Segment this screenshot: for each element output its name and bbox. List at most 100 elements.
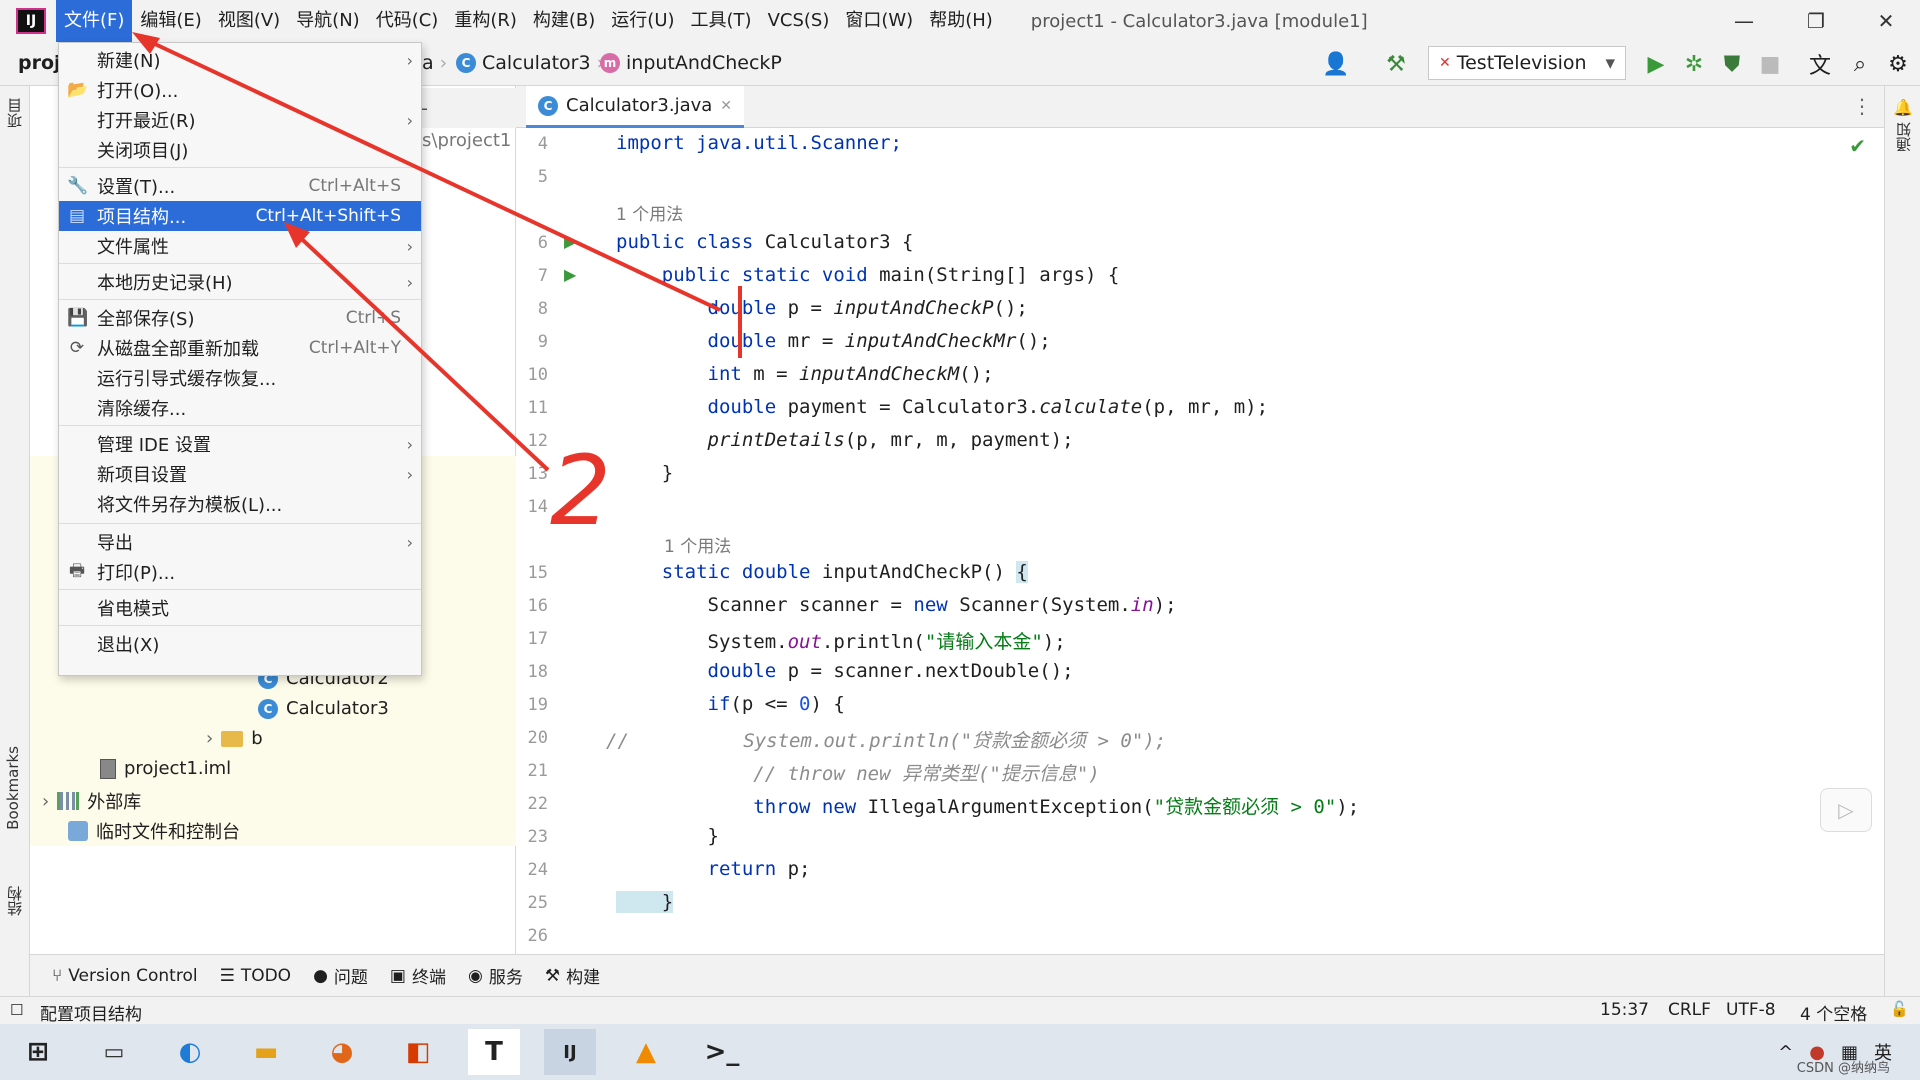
run-class-gutter-icon[interactable]: ▶ <box>564 232 576 251</box>
menu-refactor[interactable]: 重构(R) <box>446 0 525 42</box>
line-number: 15 <box>527 563 548 583</box>
menu-reload-all[interactable]: ⟳ 从磁盘全部重新加载 Ctrl+Alt+Y <box>59 333 421 363</box>
search-icon[interactable]: ⌕ <box>1846 50 1874 78</box>
code-line-21: // throw new 异常类型("提示信息") <box>616 763 1100 785</box>
menu-code[interactable]: 代码(C) <box>368 0 447 42</box>
tree-item-folder-b[interactable]: › b <box>206 728 263 749</box>
code-line-10: int m = inputAndCheckM(); <box>616 363 994 385</box>
tray-chevron-up-icon[interactable]: ^ <box>1778 1042 1793 1063</box>
breadcrumb-class[interactable]: CCalculator3› <box>456 52 604 74</box>
notifications-bell-icon[interactable]: 🔔 <box>1893 98 1913 117</box>
indent-setting[interactable]: 4 个空格 <box>1800 1000 1867 1025</box>
firefox-icon[interactable]: ◕ <box>316 1029 368 1075</box>
submenu-arrow-icon: › <box>406 434 413 454</box>
run-icon[interactable]: ▶ <box>1642 50 1670 78</box>
menu-navigate[interactable]: 导航(N) <box>288 0 368 42</box>
menu-new[interactable]: 新建(N) › <box>59 45 421 75</box>
code-line-15: static double inputAndCheckP() { <box>616 561 1028 583</box>
line-separator[interactable]: CRLF <box>1668 1000 1711 1020</box>
menu-power-save-mode[interactable]: 省电模式 <box>59 593 421 623</box>
terminal-icon[interactable]: >_ <box>696 1029 748 1075</box>
menu-exit[interactable]: 退出(X) <box>59 629 421 659</box>
menu-build[interactable]: 构建(B) <box>525 0 603 42</box>
menu-open[interactable]: 📂 打开(O)... <box>59 75 421 105</box>
minimize-button[interactable]: — <box>1714 0 1774 42</box>
services-tab[interactable]: ◉ 服务 <box>468 963 523 989</box>
tree-item-external-libraries[interactable]: › 外部库 <box>42 788 141 814</box>
breadcrumb-method[interactable]: m inputAndCheckP <box>600 52 782 74</box>
menu-help[interactable]: 帮助(H) <box>921 0 1001 42</box>
menu-close-project[interactable]: 关闭项目(J) <box>59 135 421 165</box>
menu-manage-ide-settings[interactable]: 管理 IDE 设置 › <box>59 429 421 459</box>
debug-icon[interactable]: ✲ <box>1680 50 1708 78</box>
menu-settings[interactable]: 🔧 设置(T)... Ctrl+Alt+S <box>59 171 421 201</box>
menu-new-project-settings[interactable]: 新项目设置 › <box>59 459 421 489</box>
todo-tab[interactable]: ☰ TODO <box>220 966 292 986</box>
intellij-logo-icon[interactable]: IJ <box>16 8 46 34</box>
project-name[interactable]: proj <box>18 52 61 74</box>
stop-icon[interactable]: ■ <box>1756 50 1784 78</box>
terminal-tab[interactable]: ▣ 终端 <box>390 963 446 989</box>
menu-invalidate-caches[interactable]: 清除缓存... <box>59 393 421 423</box>
task-view-icon[interactable]: ▭ <box>88 1029 140 1075</box>
file-encoding[interactable]: UTF-8 <box>1726 1000 1776 1020</box>
tree-item-calculator3[interactable]: C Calculator3 <box>258 698 389 719</box>
menu-vcs[interactable]: VCS(S) <box>760 0 838 42</box>
inspection-ok-check-icon[interactable]: ✔ <box>1849 134 1866 158</box>
menu-window[interactable]: 窗口(W) <box>837 0 921 42</box>
account-icon[interactable]: 👤 <box>1322 50 1350 78</box>
notifications-tool-tab[interactable]: 通知 <box>1893 122 1914 152</box>
more-options-icon[interactable]: ⋮ <box>1852 94 1872 118</box>
file-explorer-icon[interactable]: ▬ <box>240 1029 292 1075</box>
lock-icon[interactable]: 🔓 <box>1890 1000 1909 1018</box>
tab-calculator3-java[interactable]: C Calculator3.java ✕ <box>526 86 745 128</box>
menu-run[interactable]: 运行(U) <box>603 0 682 42</box>
restore-button[interactable]: ❐ <box>1786 0 1846 42</box>
submenu-arrow-icon: › <box>406 110 413 130</box>
translate-icon[interactable]: 文 <box>1806 50 1834 79</box>
bookmarks-tool-tab[interactable]: Bookmarks <box>4 746 22 830</box>
build-tab[interactable]: ⚒ 构建 <box>545 963 600 989</box>
tree-item-scratches[interactable]: 临时文件和控制台 <box>68 818 240 844</box>
project-tool-tab[interactable]: 项目 <box>4 98 25 128</box>
menu-edit[interactable]: 编辑(E) <box>132 0 209 42</box>
caret-position[interactable]: 15:37 <box>1600 1000 1649 1020</box>
chevron-right-icon: › <box>439 52 448 74</box>
menu-export[interactable]: 导出 › <box>59 527 421 557</box>
menu-local-history[interactable]: 本地历史记录(H) › <box>59 267 421 297</box>
menu-tools[interactable]: 工具(T) <box>683 0 760 42</box>
problems-tab[interactable]: ● 问题 <box>313 963 368 989</box>
run-main-gutter-icon[interactable]: ▶ <box>564 265 576 284</box>
menu-view[interactable]: 视图(V) <box>210 0 288 42</box>
menu-item-label: 从磁盘全部重新加载 <box>97 339 259 360</box>
typora-icon[interactable]: T <box>468 1029 520 1075</box>
version-control-tab[interactable]: ⑂ Version Control <box>52 966 198 986</box>
windows-start-icon[interactable]: ⊞ <box>12 1029 64 1075</box>
code-editor[interactable]: import java.util.Scanner; 1 个用法 public c… <box>606 128 1884 954</box>
menu-project-structure[interactable]: ▤ 项目结构... Ctrl+Alt+Shift+S <box>59 201 421 231</box>
structure-tool-tab[interactable]: 结构 <box>4 886 25 916</box>
edge-icon[interactable]: ◐ <box>164 1029 216 1075</box>
breadcrumb-prefix[interactable]: a › <box>422 52 447 74</box>
menu-print[interactable]: 🖶 打印(P)... <box>59 557 421 587</box>
coverage-icon[interactable]: ⛊ <box>1718 50 1746 78</box>
tree-item-project-iml[interactable]: project1.iml <box>100 758 231 779</box>
menu-save-all[interactable]: 💾 全部保存(S) Ctrl+S <box>59 303 421 333</box>
menu-repair-ide[interactable]: 运行引导式缓存恢复... <box>59 363 421 393</box>
close-tab-icon[interactable]: ✕ <box>720 98 732 114</box>
menu-file[interactable]: 文件(F) <box>56 0 133 42</box>
submenu-arrow-icon: › <box>406 236 413 256</box>
line-number: 9 <box>537 332 548 352</box>
run-configuration-select[interactable]: ✕ TestTelevision ▾ <box>1428 46 1626 80</box>
build-hammer-icon[interactable]: ⚒ <box>1382 50 1410 78</box>
intellij-icon[interactable]: IJ <box>544 1029 596 1075</box>
menu-open-recent[interactable]: 打开最近(R) › <box>59 105 421 135</box>
vlc-icon[interactable]: ▲ <box>620 1029 672 1075</box>
office-icon[interactable]: ◧ <box>392 1029 444 1075</box>
settings-gear-icon[interactable]: ⚙ <box>1884 50 1912 78</box>
floating-play-icon[interactable]: ▷ <box>1820 788 1872 832</box>
menu-file-properties[interactable]: 文件属性 › <box>59 231 421 261</box>
menu-save-as-template[interactable]: 将文件另存为模板(L)... <box>59 489 421 519</box>
status-panel-icon[interactable]: ☐ <box>10 1001 23 1019</box>
close-window-button[interactable]: ✕ <box>1856 0 1916 42</box>
